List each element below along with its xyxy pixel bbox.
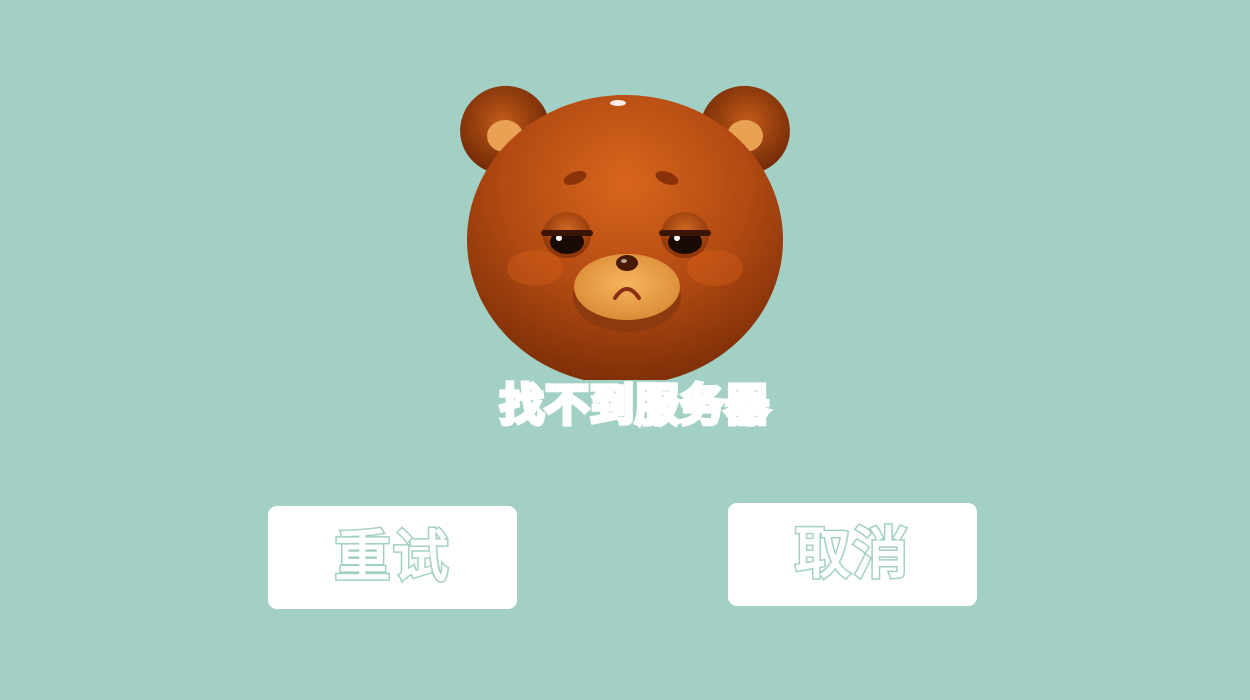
retry-button-label: 重试 — [333, 524, 451, 590]
error-screen: 找不到服务器 重试 取消 — [0, 0, 1250, 700]
cancel-button[interactable]: 取消 — [728, 503, 977, 606]
retry-button[interactable]: 重试 — [268, 506, 517, 609]
error-message: 找不到服务器 — [498, 378, 771, 433]
sad-bear-face-icon — [460, 85, 790, 380]
bear-head — [467, 95, 783, 380]
cancel-button-label: 取消 — [793, 521, 911, 587]
